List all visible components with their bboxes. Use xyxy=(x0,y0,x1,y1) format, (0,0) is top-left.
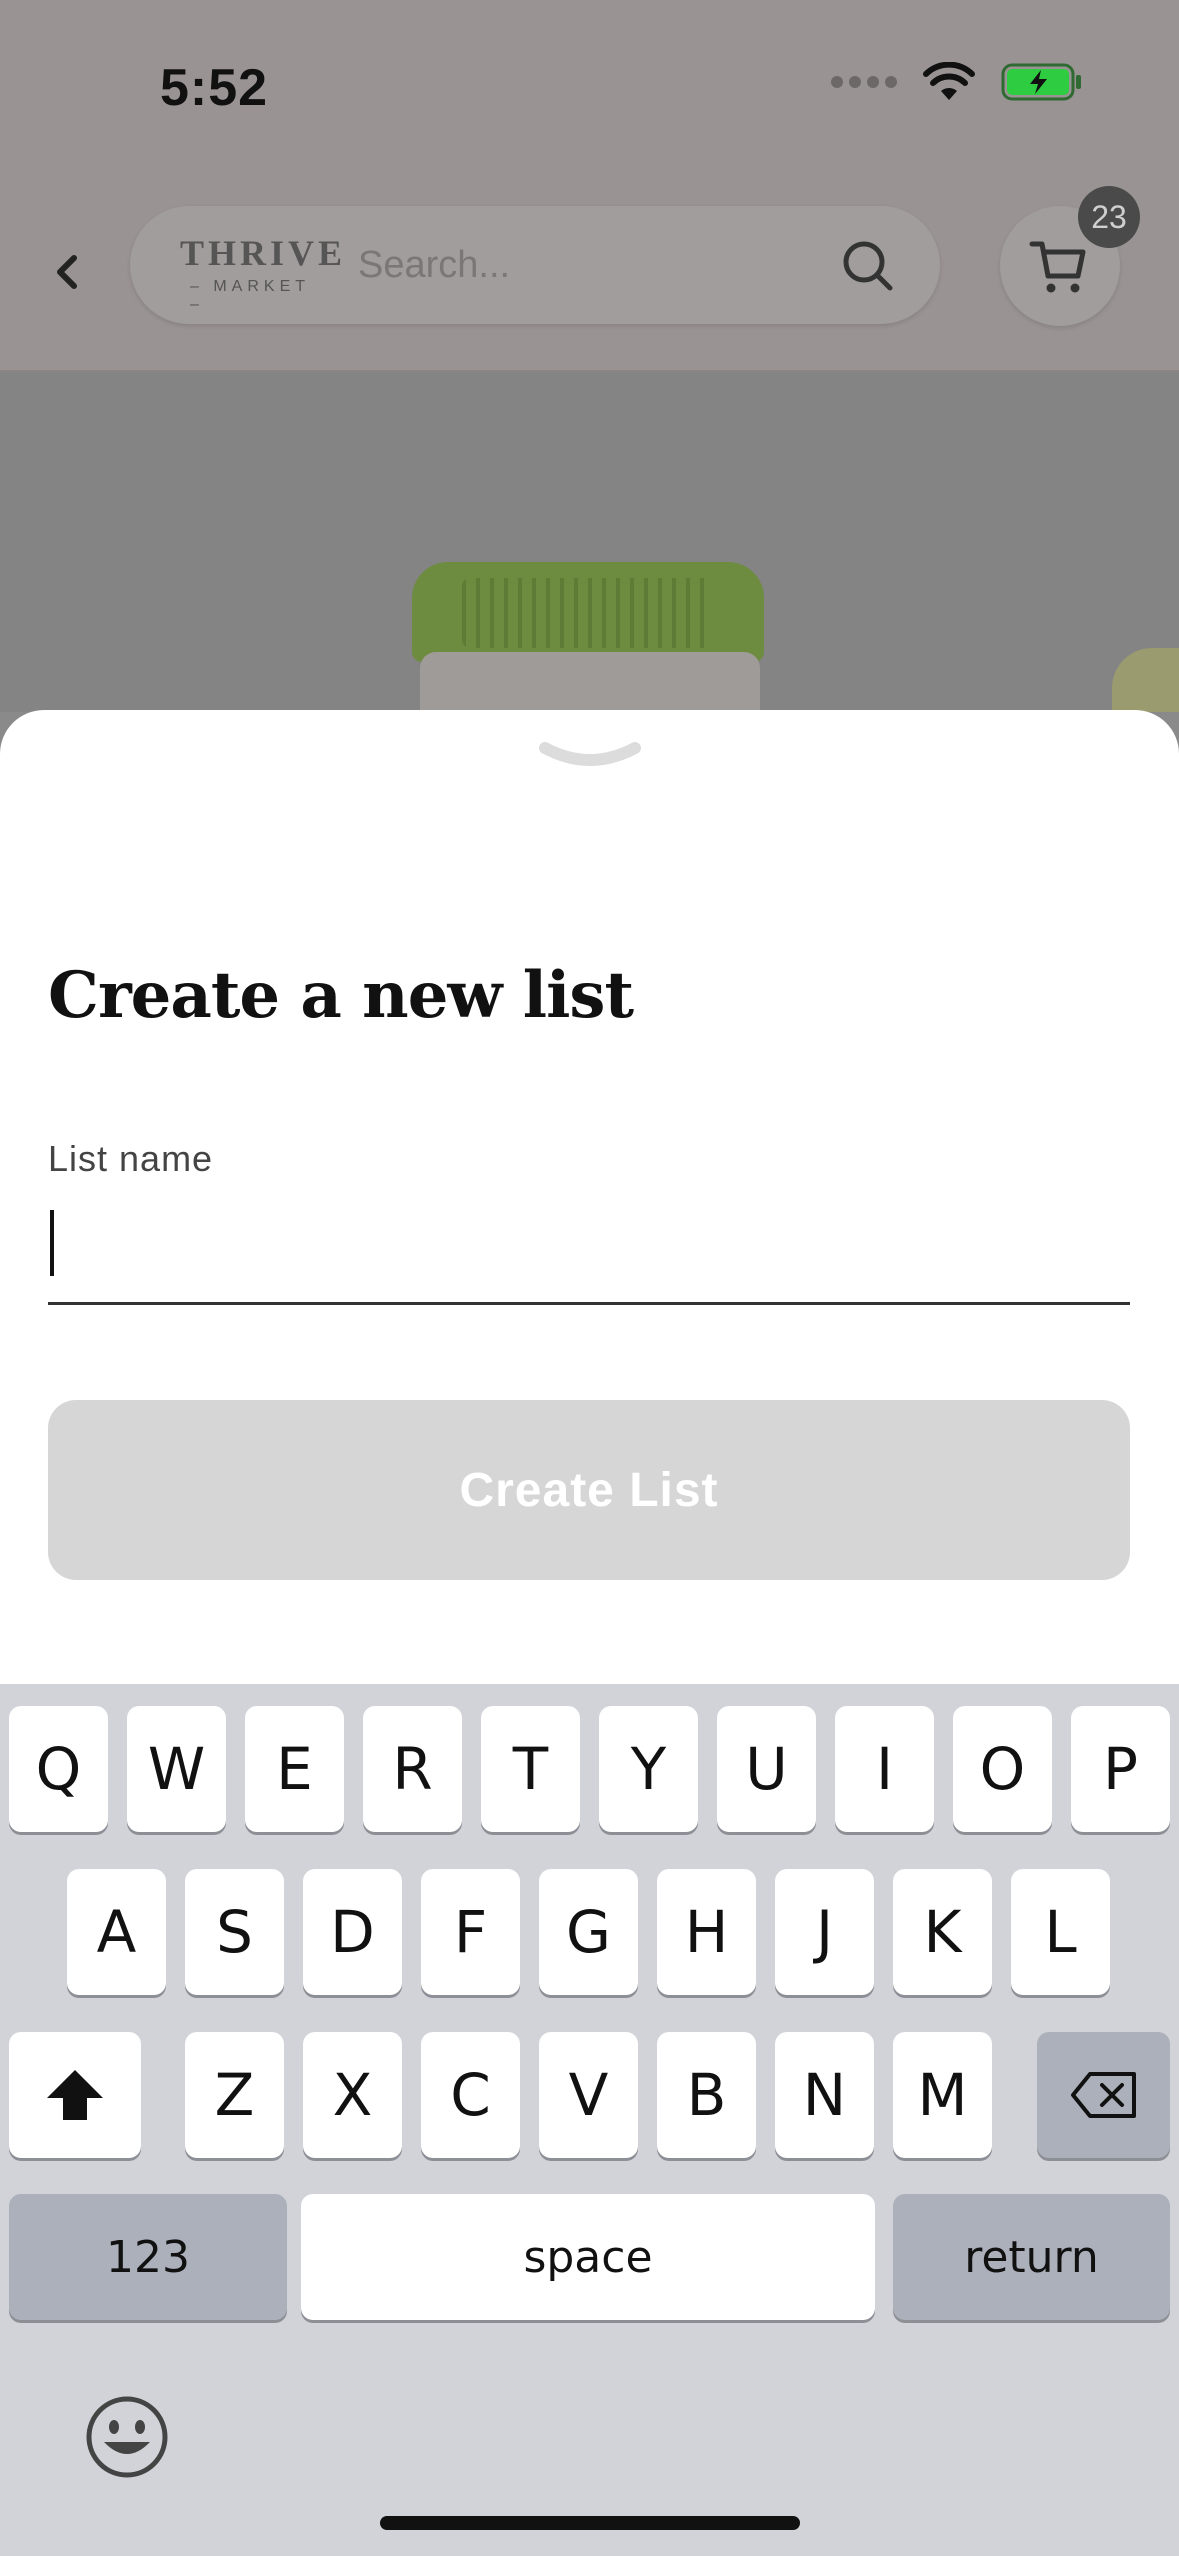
key-u[interactable]: U xyxy=(717,1706,816,1832)
chevron-down-icon[interactable] xyxy=(537,738,643,774)
cart-icon xyxy=(1029,241,1086,293)
key-p[interactable]: P xyxy=(1071,1706,1170,1832)
key-r[interactable]: R xyxy=(363,1706,462,1832)
key-q[interactable]: Q xyxy=(9,1706,108,1832)
create-list-sheet: Create a new list List name Create List xyxy=(0,710,1179,1690)
cart-count-badge: 23 xyxy=(1078,186,1140,248)
key-w[interactable]: W xyxy=(127,1706,226,1832)
key-z[interactable]: Z xyxy=(185,2032,284,2158)
sheet-title: Create a new list xyxy=(48,958,634,1033)
key-a[interactable]: A xyxy=(67,1869,166,1995)
product-jar-lid xyxy=(412,562,764,662)
search-placeholder[interactable]: Search... xyxy=(358,244,510,287)
wifi-icon xyxy=(923,62,975,100)
battery-icon xyxy=(1001,63,1081,101)
thrive-market-logo: THRIVE – MARKET – xyxy=(180,233,347,313)
shift-key[interactable] xyxy=(9,2032,141,2158)
space-key[interactable]: space xyxy=(301,2194,875,2320)
key-m[interactable]: M xyxy=(893,2032,992,2158)
key-j[interactable]: J xyxy=(775,1869,874,1995)
emoji-icon[interactable] xyxy=(84,2394,170,2480)
key-x[interactable]: X xyxy=(303,2032,402,2158)
search-bar[interactable]: THRIVE – MARKET – Search... xyxy=(130,206,940,324)
delete-key[interactable] xyxy=(1037,2032,1170,2158)
key-b[interactable]: B xyxy=(657,2032,756,2158)
key-s[interactable]: S xyxy=(185,1869,284,1995)
key-i[interactable]: I xyxy=(835,1706,934,1832)
key-c[interactable]: C xyxy=(421,2032,520,2158)
product-thumbnail xyxy=(1112,648,1179,712)
status-time: 5:52 xyxy=(160,59,269,117)
home-indicator xyxy=(380,2516,800,2530)
product-jar xyxy=(420,652,760,712)
key-h[interactable]: H xyxy=(657,1869,756,1995)
create-list-button[interactable]: Create List xyxy=(48,1400,1130,1580)
chevron-left-icon[interactable] xyxy=(44,242,88,302)
key-l[interactable]: L xyxy=(1011,1869,1110,1995)
key-n[interactable]: N xyxy=(775,2032,874,2158)
product-image-area xyxy=(0,372,1179,712)
key-e[interactable]: E xyxy=(245,1706,344,1832)
shift-icon xyxy=(47,2070,103,2120)
signal-icon xyxy=(831,76,897,88)
search-icon[interactable] xyxy=(840,238,896,294)
key-v[interactable]: V xyxy=(539,2032,638,2158)
top-nav-bar: THRIVE – MARKET – Search... xyxy=(0,180,1179,372)
key-k[interactable]: K xyxy=(893,1869,992,1995)
list-name-input[interactable] xyxy=(48,1190,1130,1305)
key-f[interactable]: F xyxy=(421,1869,520,1995)
numbers-key[interactable]: 123 xyxy=(9,2194,287,2320)
backspace-icon xyxy=(1070,2072,1136,2118)
keyboard: Q W E R T Y U I O P A S D F G H J K L Z … xyxy=(0,1684,1179,2556)
key-d[interactable]: D xyxy=(303,1869,402,1995)
text-caret xyxy=(50,1210,54,1276)
status-icons xyxy=(831,62,1083,102)
status-bar: 5:52 xyxy=(0,0,1179,180)
key-g[interactable]: G xyxy=(539,1869,638,1995)
key-o[interactable]: O xyxy=(953,1706,1052,1832)
return-key[interactable]: return xyxy=(893,2194,1170,2320)
list-name-label: List name xyxy=(48,1138,214,1179)
key-t[interactable]: T xyxy=(481,1706,580,1832)
key-y[interactable]: Y xyxy=(599,1706,698,1832)
